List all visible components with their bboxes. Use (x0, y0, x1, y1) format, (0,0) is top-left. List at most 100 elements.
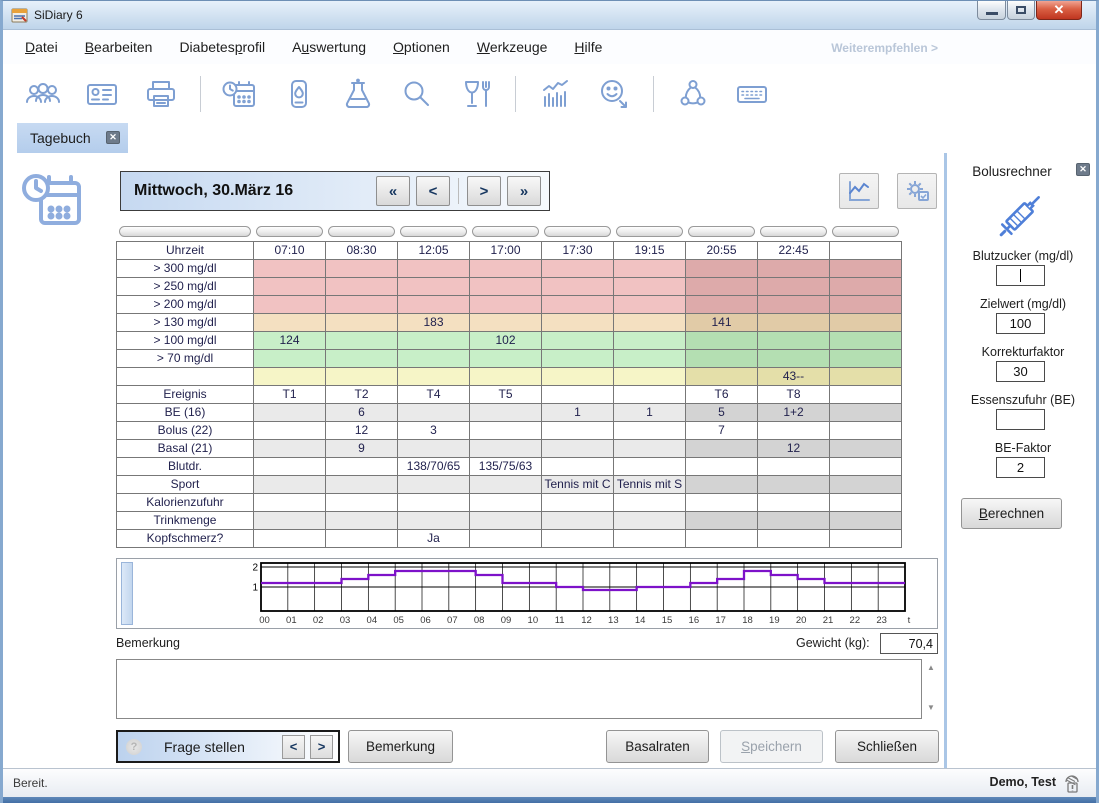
diary-cell[interactable] (830, 367, 902, 385)
diary-cell[interactable] (830, 295, 902, 313)
diary-cell[interactable]: Tennis mit C (542, 475, 614, 493)
diary-cell[interactable] (254, 259, 326, 277)
diary-cell[interactable] (686, 457, 758, 475)
diary-cell[interactable] (614, 385, 686, 403)
time-cell[interactable]: 17:00 (470, 241, 542, 259)
diary-cell[interactable] (614, 259, 686, 277)
wellbeing-export-button[interactable] (594, 74, 634, 114)
diary-cell[interactable]: 43-- (758, 367, 830, 385)
column-header-button[interactable] (760, 226, 827, 237)
diary-cell[interactable] (686, 367, 758, 385)
diary-cell[interactable] (398, 331, 470, 349)
menu-item-diabetesprofil[interactable]: Diabetesprofil (179, 39, 265, 55)
menu-item-auswertung[interactable]: Auswertung (292, 39, 366, 55)
diary-cell[interactable]: 7 (686, 421, 758, 439)
diary-cell[interactable] (542, 529, 614, 547)
diary-cell[interactable]: 135/75/63 (470, 457, 542, 475)
column-header-button[interactable] (832, 226, 899, 237)
column-header-button[interactable] (256, 226, 323, 237)
diary-cell[interactable] (542, 313, 614, 331)
diary-cell[interactable]: 1 (614, 403, 686, 421)
basal-rates-button[interactable]: Basalraten (606, 730, 709, 763)
diary-cell[interactable] (686, 439, 758, 457)
nutrition-button[interactable] (456, 74, 496, 114)
trend-chart-button[interactable] (839, 173, 879, 209)
diary-cell[interactable] (254, 349, 326, 367)
diary-cell[interactable] (470, 295, 542, 313)
diary-cell[interactable] (542, 385, 614, 403)
ask-question-button[interactable]: ? Frage stellen < > (116, 730, 340, 763)
diary-cell[interactable]: 12 (326, 421, 398, 439)
diary-cell[interactable] (686, 331, 758, 349)
sync-share-button[interactable] (673, 74, 713, 114)
diary-cell[interactable] (398, 295, 470, 313)
keyboard-button[interactable] (732, 74, 772, 114)
diary-cell[interactable]: Tennis mit S (614, 475, 686, 493)
diary-cell[interactable] (398, 349, 470, 367)
diary-cell[interactable] (542, 493, 614, 511)
time-cell[interactable]: 22:45 (758, 241, 830, 259)
diary-cell[interactable]: 1 (542, 403, 614, 421)
diary-cell[interactable] (470, 403, 542, 421)
diary-cell[interactable] (254, 403, 326, 421)
diary-cell[interactable]: 141 (686, 313, 758, 331)
time-cell[interactable]: 08:30 (326, 241, 398, 259)
glucose-meter-button[interactable] (279, 74, 319, 114)
diary-cell[interactable] (686, 295, 758, 313)
first-day-button[interactable]: « (376, 176, 410, 206)
diary-cell[interactable] (830, 331, 902, 349)
diary-cell[interactable]: T8 (758, 385, 830, 403)
lab-flask-button[interactable] (338, 74, 378, 114)
search-button[interactable] (397, 74, 437, 114)
diary-cell[interactable] (830, 493, 902, 511)
diary-cell[interactable] (758, 421, 830, 439)
diary-cell[interactable] (830, 475, 902, 493)
diary-cell[interactable]: 124 (254, 331, 326, 349)
diary-cell[interactable] (542, 349, 614, 367)
diary-cell[interactable] (614, 295, 686, 313)
diary-cell[interactable]: 12 (758, 439, 830, 457)
diary-cell[interactable] (758, 331, 830, 349)
diary-cell[interactable] (326, 475, 398, 493)
users-button[interactable] (23, 74, 63, 114)
time-cell[interactable] (830, 241, 902, 259)
diary-cell[interactable] (686, 277, 758, 295)
calculate-button[interactable]: Berechnen (961, 498, 1062, 529)
diary-cell[interactable] (254, 277, 326, 295)
diary-cell[interactable] (614, 511, 686, 529)
patient-card-button[interactable] (82, 74, 122, 114)
diary-cell[interactable] (326, 511, 398, 529)
diary-cell[interactable] (758, 475, 830, 493)
carb-intake-input[interactable] (996, 409, 1045, 430)
diary-cell[interactable] (830, 421, 902, 439)
next-day-button[interactable]: > (467, 176, 501, 206)
diary-cell[interactable] (614, 421, 686, 439)
diary-calendar-button[interactable] (220, 74, 260, 114)
column-header-button[interactable] (472, 226, 539, 237)
diary-cell[interactable] (542, 421, 614, 439)
diary-cell[interactable] (398, 259, 470, 277)
last-day-button[interactable]: » (507, 176, 541, 206)
diary-cell[interactable] (614, 529, 686, 547)
diary-cell[interactable] (830, 511, 902, 529)
column-header-button[interactable] (119, 226, 251, 237)
maximize-button[interactable] (1007, 1, 1035, 20)
diary-cell[interactable] (398, 493, 470, 511)
diary-cell[interactable] (614, 331, 686, 349)
diary-cell[interactable] (614, 313, 686, 331)
diary-cell[interactable] (470, 511, 542, 529)
column-header-button[interactable] (544, 226, 611, 237)
diary-cell[interactable] (470, 367, 542, 385)
diary-cell[interactable] (686, 349, 758, 367)
diary-cell[interactable] (254, 313, 326, 331)
diary-cell[interactable] (614, 439, 686, 457)
diary-cell[interactable] (398, 367, 470, 385)
diary-cell[interactable] (470, 277, 542, 295)
menu-item-werkzeuge[interactable]: Werkzeuge (477, 39, 548, 55)
diary-cell[interactable] (470, 439, 542, 457)
prev-day-button[interactable]: < (416, 176, 450, 206)
column-header-button[interactable] (688, 226, 755, 237)
diary-cell[interactable] (398, 439, 470, 457)
diary-cell[interactable] (470, 529, 542, 547)
diary-cell[interactable] (758, 295, 830, 313)
